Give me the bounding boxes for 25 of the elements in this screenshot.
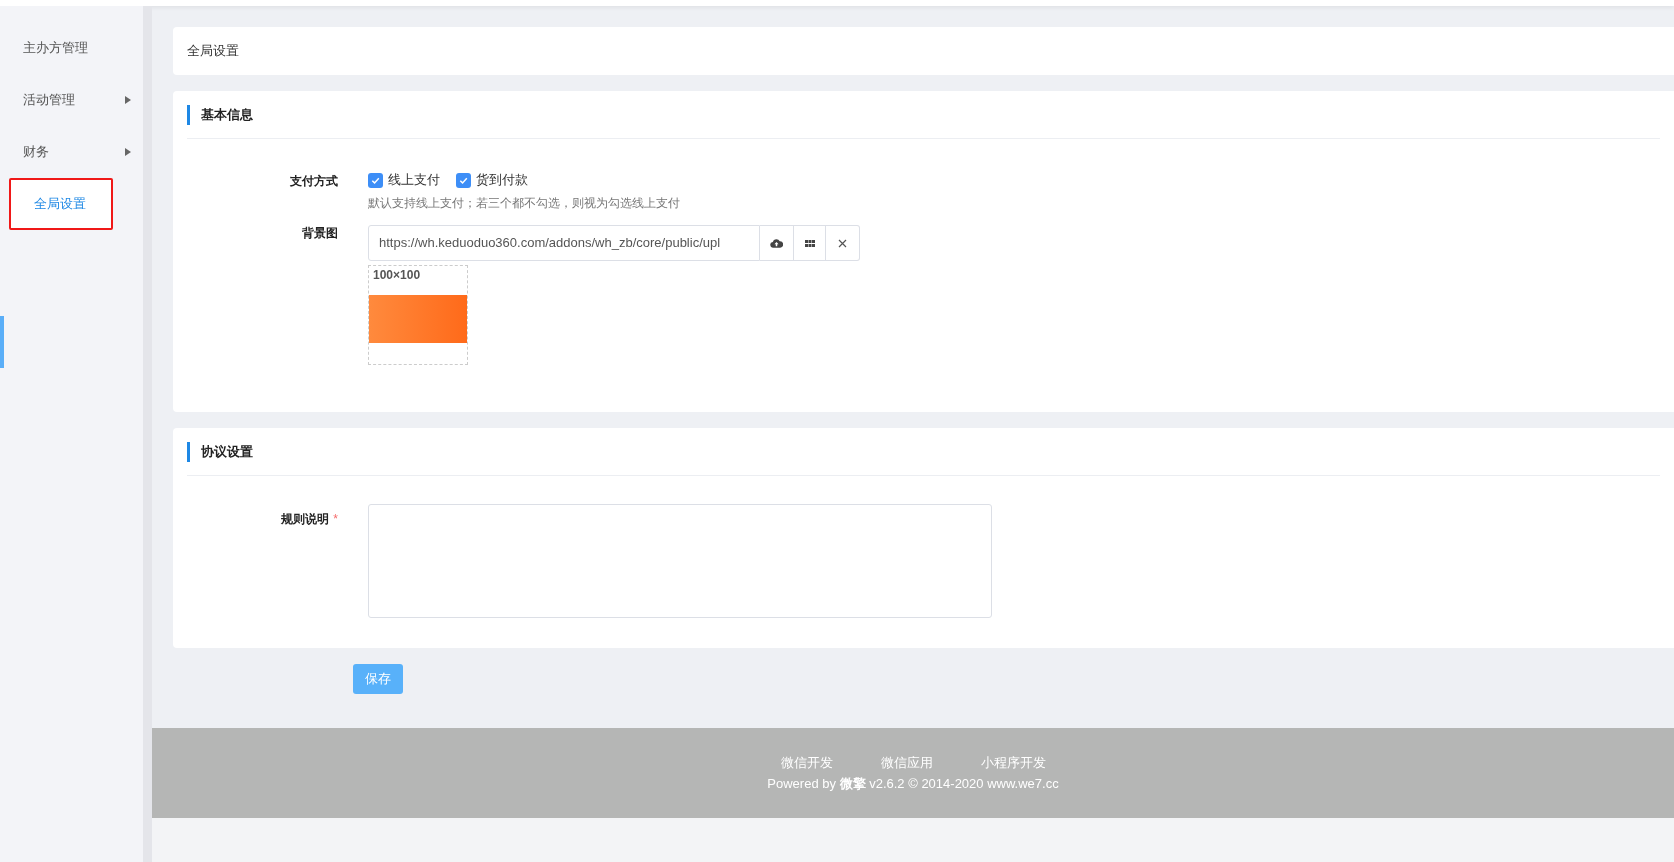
sidebar-item[interactable]: 全局设置 (9, 178, 113, 230)
checkbox[interactable] (368, 172, 383, 188)
checkbox-label[interactable]: 线上支付 (388, 170, 440, 190)
required-mark: * (333, 511, 338, 528)
copyright-text: Powered by 微擎 v2.6.2 © 2014-2020 www.we7.cc (767, 775, 1059, 793)
size-label: 100×100 (372, 267, 422, 283)
field-label: 规则说明 (281, 511, 330, 528)
scroll-indicator (0, 316, 4, 368)
section-title: 协议设置 (201, 442, 253, 461)
grid-icon (804, 239, 815, 247)
grid-button[interactable] (794, 225, 826, 261)
field-label: 背景图 (301, 225, 338, 242)
sidebar-item[interactable]: 活动管理 (0, 74, 143, 126)
checkbox[interactable] (456, 172, 471, 188)
cloud-upload-icon (770, 238, 783, 248)
page-title: 全局设置 (187, 42, 239, 61)
sidebar-item[interactable]: 主办方管理 (0, 22, 143, 74)
url-field[interactable]: https://wh.keduoduo360.com/addons/wh_zb/core/public/upl (368, 225, 760, 261)
upload-button[interactable] (760, 225, 794, 261)
checkbox-label[interactable]: 货到付款 (476, 170, 528, 190)
section-title: 基本信息 (201, 105, 253, 124)
close-icon (838, 238, 847, 248)
help-text: 默认支持线上支付；若三个都不勾选，则视为勾选线上支付 (368, 195, 681, 212)
field-label: 支付方式 (289, 173, 338, 190)
sidebar-item[interactable]: 财务 (0, 126, 143, 178)
